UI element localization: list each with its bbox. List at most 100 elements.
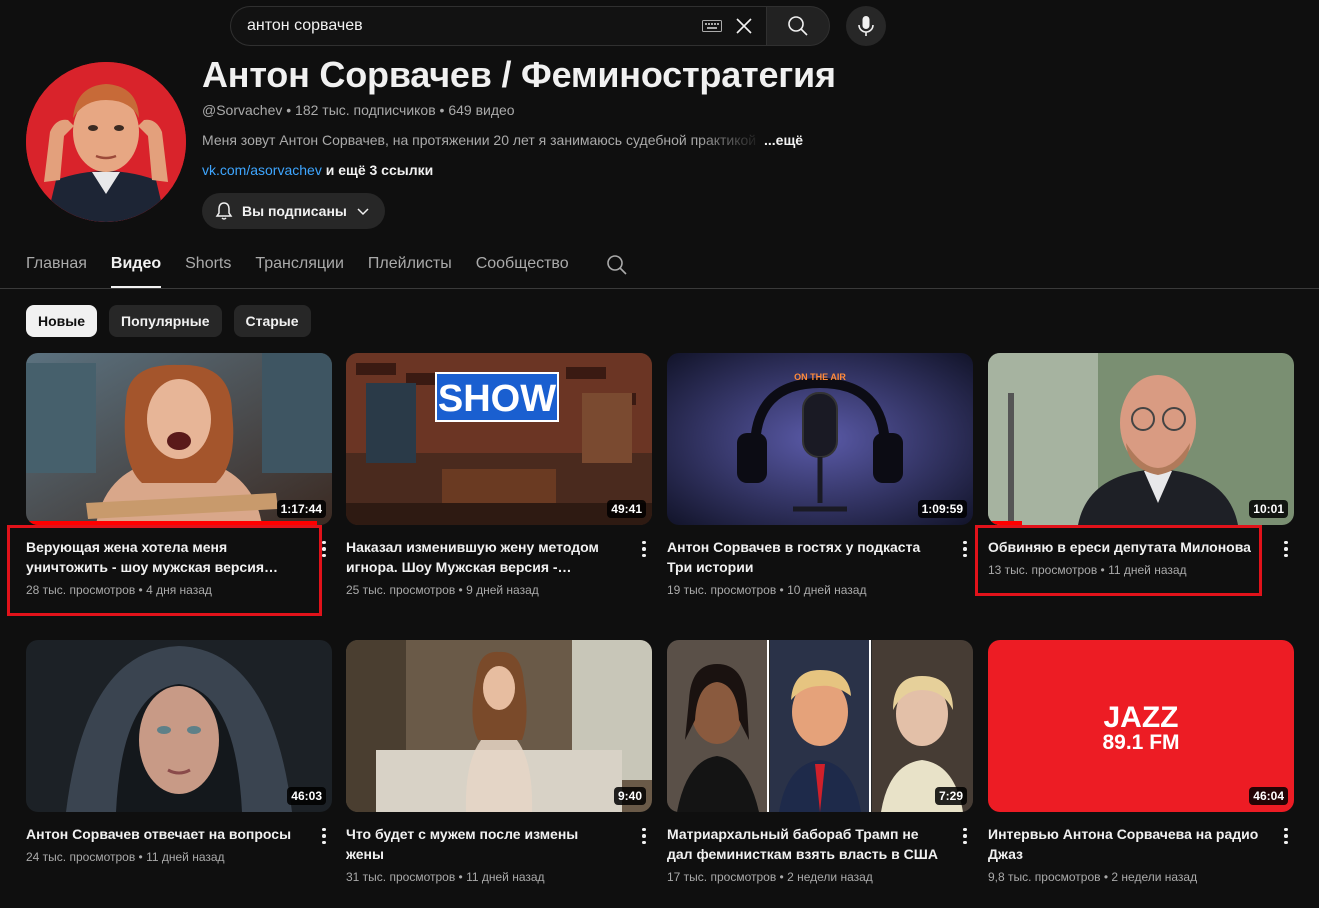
video-title[interactable]: Обвиняю в ереси депутата Милонова [988,537,1260,557]
chevron-down-icon [357,208,369,216]
more-actions-icon[interactable] [316,824,332,848]
tab-community[interactable]: Сообщество [476,246,569,288]
chip-popular[interactable]: Популярные [109,305,222,337]
tab-live[interactable]: Трансляции [255,246,344,288]
view-count: 24 тыс. просмотров [26,850,136,864]
more-actions-icon[interactable] [957,824,973,848]
video-meta: 9,8 тыс. просмотров • 2 недели назад [988,870,1198,884]
video-title[interactable]: Интервью Антона Сорвачева на радио Джаз [988,824,1260,864]
search-button[interactable] [766,6,830,46]
video-thumbnail[interactable]: 9:40 [346,640,652,812]
video-thumbnail[interactable]: 7:29 [667,640,973,812]
video-count: 649 видео [448,102,515,118]
tab-home[interactable]: Главная [26,246,87,288]
video-duration: 1:17:44 [276,500,326,518]
channel-tabs: Главная Видео Shorts Трансляции Плейлист… [26,246,569,288]
video-thumbnail[interactable]: JAZZ 89.1 FM 46:04 [988,640,1294,812]
video-meta: 13 тыс. просмотров • 11 дней назад [988,563,1187,577]
video-meta: 28 тыс. просмотров • 4 дня назад [26,583,212,597]
show-sign-text: SHOW [438,378,556,420]
video-duration: 10:01 [1249,500,1288,518]
tab-shorts[interactable]: Shorts [185,246,231,288]
description-more-link[interactable]: ...ещё [764,132,803,148]
more-actions-icon[interactable] [316,537,332,561]
video-title[interactable]: Антон Сорвачев в гостях у подкаста Три и… [667,537,939,577]
video-meta: 31 тыс. просмотров • 11 дней назад [346,870,545,884]
voice-search-button[interactable] [846,6,886,46]
chip-oldest[interactable]: Старые [233,305,311,337]
tab-playlists[interactable]: Плейлисты [368,246,452,288]
subscribed-button[interactable]: Вы подписаны [202,193,385,229]
search-box[interactable] [230,6,766,46]
video-duration: 49:41 [607,500,646,518]
tabs-divider [0,288,1319,289]
upload-age: 4 дня назад [146,583,212,597]
video-duration: 7:29 [934,787,967,805]
upload-age: 10 дней назад [787,583,867,597]
jazz-frequency-text: 89.1 FM [1102,731,1179,754]
chip-newest[interactable]: Новые [26,305,98,337]
video-card[interactable]: 46:03 Антон Сорвачев отвечает на вопросы… [26,640,332,864]
video-thumbnail[interactable]: ON THE AIR 1:09:59 [667,353,973,525]
channel-handle: @Sorvachev [202,102,283,118]
view-count: 25 тыс. просмотров [346,583,456,597]
more-actions-icon[interactable] [636,824,652,848]
upload-age: 11 дней назад [1108,563,1187,577]
watch-progress [988,521,1022,525]
channel-search-icon[interactable] [606,254,628,276]
video-meta: 24 тыс. просмотров • 11 дней назад [26,850,225,864]
video-card[interactable]: 10:01 Обвиняю в ереси депутата Милонова … [988,353,1294,577]
video-title[interactable]: Наказал изменившую жену методом игнора. … [346,537,618,577]
video-title[interactable]: Что будет с мужем после измены жены [346,824,618,864]
video-thumbnail[interactable]: 10:01 [988,353,1294,525]
video-card[interactable]: ON THE AIR 1:09:59 Антон Сорвачев в гост… [667,353,973,597]
clear-search-icon[interactable] [732,14,756,38]
watch-progress [26,521,317,525]
more-actions-icon[interactable] [1278,824,1294,848]
video-meta: 25 тыс. просмотров • 9 дней назад [346,583,539,597]
description-text: Меня зовут Антон Сорвачев, на протяжении… [202,132,757,148]
video-card[interactable]: 9:40 Что будет с мужем после измены жены… [346,640,652,884]
jazz-logo-text: JAZZ [1104,701,1179,734]
view-count: 9,8 тыс. просмотров [988,870,1101,884]
search-icon [788,16,808,36]
video-duration: 46:03 [287,787,326,805]
more-links[interactable]: и ещё 3 ссылки [322,162,434,178]
channel-links: vk.com/asorvachev и ещё 3 ссылки [202,162,433,178]
sort-chips: Новые Популярные Старые [26,305,311,337]
subscribed-label: Вы подписаны [242,203,347,219]
upload-age: 11 дней назад [466,870,545,884]
view-count: 28 тыс. просмотров [26,583,136,597]
view-count: 31 тыс. просмотров [346,870,456,884]
video-card[interactable]: 7:29 Матриархальный бабораб Трамп не дал… [667,640,973,884]
video-meta: 19 тыс. просмотров • 10 дней назад [667,583,867,597]
channel-meta: @Sorvachev • 182 тыс. подписчиков • 649 … [202,102,515,118]
channel-link[interactable]: vk.com/asorvachev [202,162,322,178]
video-thumbnail[interactable]: 46:03 [26,640,332,812]
video-meta: 17 тыс. просмотров • 2 недели назад [667,870,873,884]
video-thumbnail[interactable]: SHOW 49:41 [346,353,652,525]
meta-separator: • [435,102,449,118]
video-title[interactable]: Верующая жена хотела меня уничтожить - ш… [26,537,298,577]
video-thumbnail[interactable]: 1:17:44 [26,353,332,525]
video-title[interactable]: Матриархальный бабораб Трамп не дал феми… [667,824,939,864]
view-count: 17 тыс. просмотров [667,870,777,884]
channel-description[interactable]: Меня зовут Антон Сорвачев, на протяжении… [202,132,803,148]
video-card[interactable]: 1:17:44 Верующая жена хотела меня уничто… [26,353,332,597]
video-duration: 46:04 [1249,787,1288,805]
microphone-icon [858,16,874,36]
search-input[interactable] [247,17,702,35]
bell-icon [215,202,233,220]
video-duration: 1:09:59 [917,500,967,518]
channel-title: Антон Сорвачев / Феминостратегия [202,54,836,95]
video-card[interactable]: JAZZ 89.1 FM 46:04 Интервью Антона Сорва… [988,640,1294,884]
more-actions-icon[interactable] [957,537,973,561]
more-actions-icon[interactable] [636,537,652,561]
tab-videos[interactable]: Видео [110,246,162,288]
video-duration: 9:40 [613,787,646,805]
more-actions-icon[interactable] [1278,537,1294,561]
keyboard-icon[interactable] [702,20,722,32]
upload-age: 2 недели назад [1111,870,1198,884]
video-card[interactable]: SHOW 49:41 Наказал изменившую жену метод… [346,353,652,597]
video-title[interactable]: Антон Сорвачев отвечает на вопросы [26,824,298,844]
